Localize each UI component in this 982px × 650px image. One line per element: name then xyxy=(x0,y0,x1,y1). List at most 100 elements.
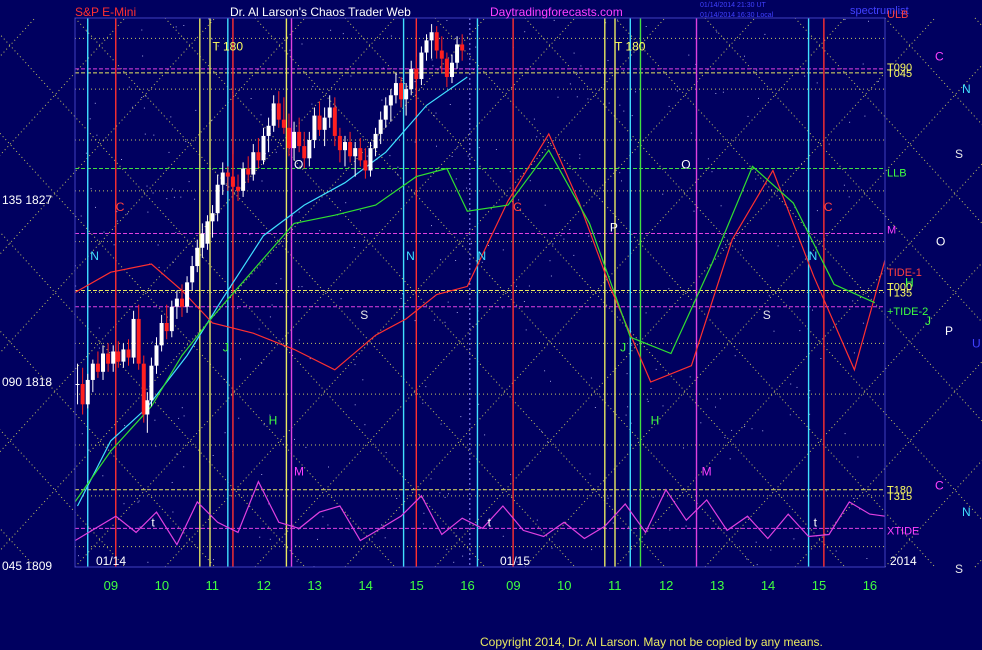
candle-body xyxy=(106,353,111,364)
star-dot xyxy=(711,171,713,173)
star-dot xyxy=(80,215,82,217)
star-dot xyxy=(390,35,392,37)
star-dot xyxy=(432,65,434,67)
candle-body xyxy=(404,89,409,100)
star-dot xyxy=(623,70,625,72)
star-dot xyxy=(579,154,581,156)
planet-letter: J xyxy=(925,314,931,328)
star-dot xyxy=(402,293,403,295)
candle-body xyxy=(343,142,347,151)
cycle-annotation: P xyxy=(610,221,618,235)
star-dot xyxy=(550,380,551,382)
date-label-day2: 01/15 xyxy=(500,554,530,568)
star-dot xyxy=(588,235,590,237)
star-dot xyxy=(762,430,764,432)
star-dot xyxy=(340,298,342,300)
site-url[interactable]: Daytradingforecasts.com xyxy=(490,5,623,19)
star-dot xyxy=(446,548,448,550)
star-dot xyxy=(549,260,551,262)
star-dot xyxy=(619,104,621,106)
star-dot xyxy=(396,498,398,499)
planet-letter: O xyxy=(936,235,945,249)
star-dot xyxy=(849,121,851,123)
star-dot xyxy=(853,498,855,499)
star-dot xyxy=(569,83,571,85)
star-dot xyxy=(354,364,356,366)
year-label: 2014 xyxy=(890,554,917,568)
star-dot xyxy=(183,466,185,468)
star-dot xyxy=(345,202,347,204)
candle-body xyxy=(149,365,154,401)
star-dot xyxy=(552,243,554,245)
star-dot xyxy=(715,93,717,94)
candle-body xyxy=(455,44,460,63)
planet-letter: C xyxy=(935,479,944,493)
candle-body xyxy=(429,32,434,41)
planet-letter: N xyxy=(962,82,971,96)
star-dot xyxy=(502,535,504,537)
star-dot xyxy=(789,414,791,416)
star-dot xyxy=(298,211,300,213)
star-dot xyxy=(317,538,318,540)
star-dot xyxy=(569,229,571,230)
star-dot xyxy=(608,102,610,104)
star-dot xyxy=(431,225,432,227)
star-dot xyxy=(744,426,746,427)
star-dot xyxy=(137,501,139,503)
star-dot xyxy=(551,547,553,549)
star-dot xyxy=(475,46,477,48)
right-level-label: T045 xyxy=(887,68,912,80)
star-dot xyxy=(729,458,731,460)
star-dot xyxy=(143,107,145,109)
star-dot xyxy=(275,151,277,153)
star-dot xyxy=(470,243,472,245)
star-dot xyxy=(646,398,648,400)
star-dot xyxy=(866,558,868,559)
star-dot xyxy=(793,538,795,540)
star-dot xyxy=(350,75,352,77)
star-dot xyxy=(89,118,91,120)
star-dot xyxy=(85,152,87,154)
star-dot xyxy=(449,104,451,105)
cycle-annotation: C xyxy=(116,200,125,214)
star-dot xyxy=(142,55,144,57)
star-dot xyxy=(95,206,96,208)
star-dot xyxy=(647,401,649,402)
star-dot xyxy=(384,537,386,539)
candle-body xyxy=(200,233,205,248)
chart-canvas: T 180 T 180C C CO ON N N NPS SH HM MJ Jt t t S&P E-Mi… xyxy=(0,0,982,650)
star-dot xyxy=(113,244,115,246)
star-dot xyxy=(157,244,159,246)
star-dot xyxy=(146,185,148,187)
star-dot xyxy=(460,416,462,418)
cycle-annotation: M xyxy=(702,465,712,479)
candle-body xyxy=(75,384,80,385)
star-dot xyxy=(544,204,546,206)
star-dot xyxy=(722,91,724,93)
x-tick-label: 09 xyxy=(104,578,118,593)
star-dot xyxy=(594,407,596,408)
x-tick-label: 15 xyxy=(409,578,423,593)
star-dot xyxy=(145,95,147,97)
star-dot xyxy=(260,114,262,116)
candle-body xyxy=(388,95,393,106)
star-dot xyxy=(466,187,468,189)
star-dot xyxy=(147,211,149,213)
candle-body xyxy=(136,318,141,364)
star-dot xyxy=(158,266,160,268)
star-dot xyxy=(296,560,298,562)
star-dot xyxy=(342,33,344,35)
star-dot xyxy=(547,441,549,443)
star-dot xyxy=(183,25,185,26)
star-dot xyxy=(820,358,822,359)
candle-body xyxy=(205,221,210,244)
star-dot xyxy=(516,285,517,287)
candle-body xyxy=(164,323,169,332)
star-dot xyxy=(327,524,329,526)
star-dot xyxy=(868,20,869,22)
candle-body xyxy=(332,107,337,136)
star-dot xyxy=(94,102,96,104)
candle-body xyxy=(90,363,95,380)
star-dot xyxy=(366,155,368,157)
star-dot xyxy=(685,525,687,527)
